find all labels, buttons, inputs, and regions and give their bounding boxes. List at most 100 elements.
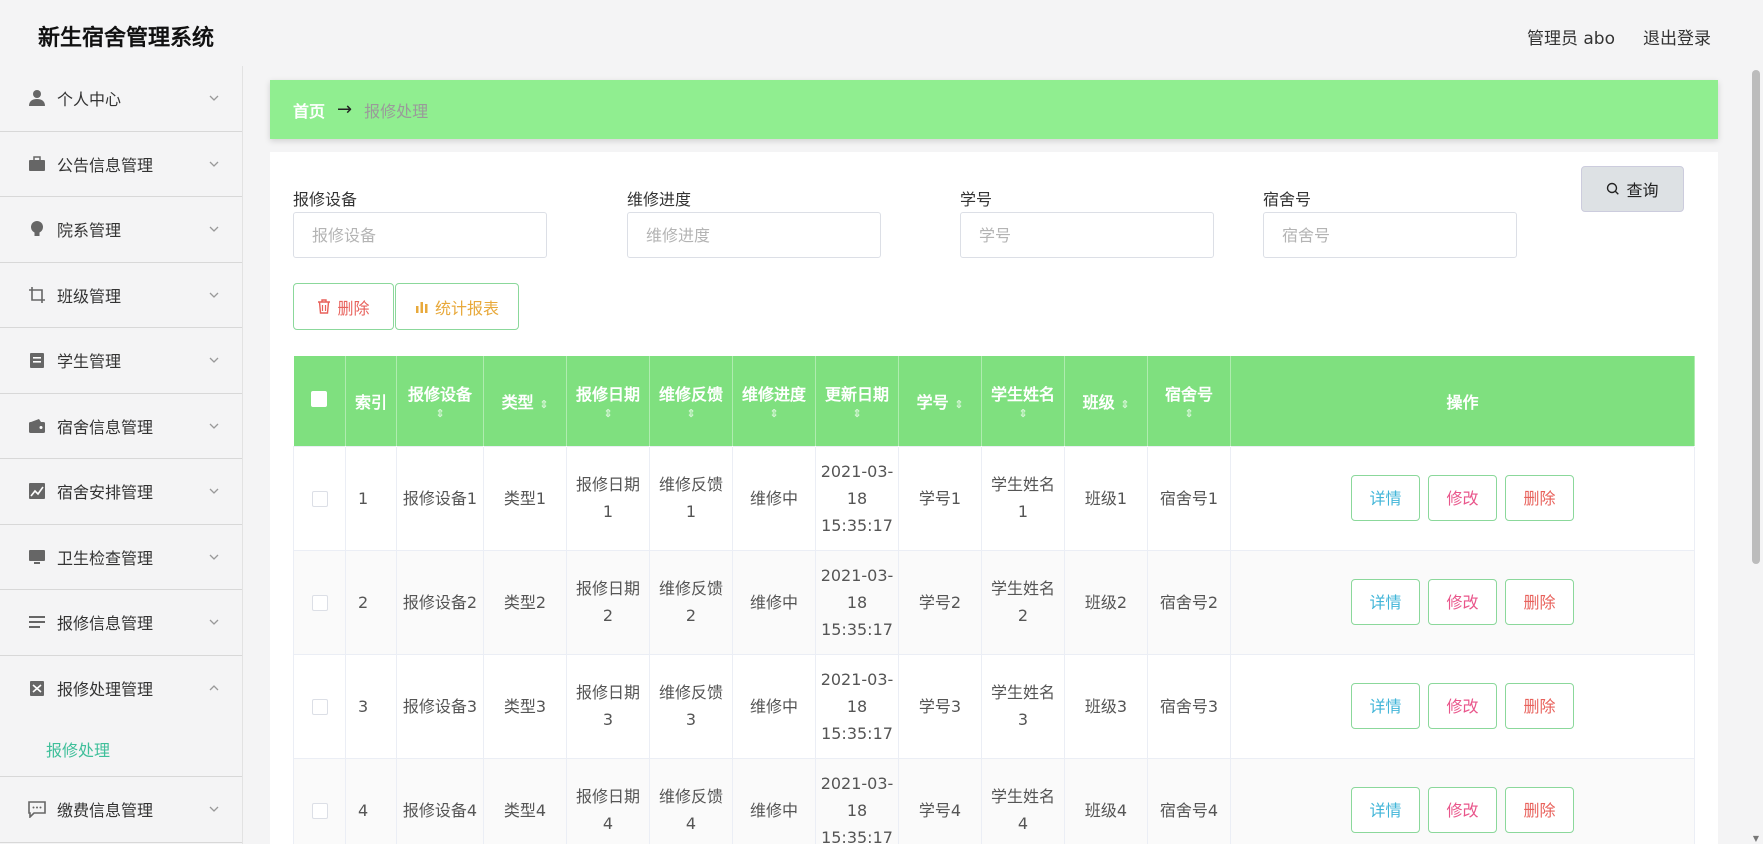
table-row: 4 报修设备4 类型4 报修日期4 维修反馈4 维修中 2021-03-18 1… xyxy=(293,757,1695,844)
edit-button[interactable]: 修改 xyxy=(1428,475,1497,521)
sort-icon: ⇕ xyxy=(1184,407,1194,421)
cell-dorm: 宿舍号1 xyxy=(1147,445,1231,551)
sidebar-item-payment-info-management[interactable]: 缴费信息管理 xyxy=(0,777,242,843)
cell-update-date: 2021-03-18 15:35:17 xyxy=(815,549,899,655)
cell-student-id: 学号1 xyxy=(898,445,982,551)
search-button[interactable]: 查询 xyxy=(1581,166,1684,212)
delete-button[interactable]: 删除 xyxy=(1505,683,1574,729)
dorm-filter-input[interactable] xyxy=(1263,212,1517,258)
row-checkbox[interactable] xyxy=(311,699,328,715)
cell-student-id: 学号3 xyxy=(898,653,982,759)
scrollbar-thumb[interactable] xyxy=(1752,70,1760,564)
edit-button[interactable]: 修改 xyxy=(1428,787,1497,833)
cell-feedback: 维修反馈2 xyxy=(649,549,733,655)
sidebar-subitem-repair-handling[interactable]: 报修处理 xyxy=(46,737,110,761)
equipment-filter-input[interactable] xyxy=(293,212,547,258)
column-header-equipment[interactable]: 报修设备 ⇕ xyxy=(396,356,484,446)
sort-icon: ⇕ xyxy=(954,397,964,411)
column-header-feedback[interactable]: 维修反馈 ⇕ xyxy=(649,356,733,446)
sidebar-item-class-management[interactable]: 班级管理 xyxy=(0,263,242,328)
sidebar-item-label: 院系管理 xyxy=(57,221,122,241)
column-header-class[interactable]: 班级 ⇕ xyxy=(1064,356,1148,446)
delete-button[interactable]: 删除 xyxy=(1505,475,1574,521)
row-select-cell xyxy=(293,445,346,551)
table-row: 2 报修设备2 类型2 报修日期2 维修反馈2 维修中 2021-03-18 1… xyxy=(293,549,1695,655)
chevron-down-icon xyxy=(209,95,219,102)
message-icon xyxy=(27,799,47,819)
sidebar-item-personal-center[interactable]: 个人中心 xyxy=(0,66,242,132)
progress-filter-input[interactable] xyxy=(627,212,881,258)
logout-link[interactable]: 退出登录 xyxy=(1643,24,1711,49)
chevron-down-icon xyxy=(209,292,219,298)
column-header-progress[interactable]: 维修进度 ⇕ xyxy=(732,356,816,446)
cell-progress: 维修中 xyxy=(732,757,816,844)
cell-student-name: 学生姓名1 xyxy=(981,445,1065,551)
sort-icon: ⇕ xyxy=(852,407,862,421)
sidebar-item-label: 公告信息管理 xyxy=(57,155,154,175)
sidebar-item-dorm-info-management[interactable]: 宿舍信息管理 xyxy=(0,394,242,459)
cell-equipment: 报修设备1 xyxy=(396,445,484,551)
sidebar-item-dorm-arrangement-management[interactable]: 宿舍安排管理 xyxy=(0,459,242,525)
repair-table: 索引 报修设备 ⇕ 类型 ⇕ 报修日期 ⇕ 维修反馈 ⇕ 维修进度 ⇕ 更新日期 ⇕ 学号… xyxy=(293,356,1695,844)
breadcrumb: 首页 → 报修处理 xyxy=(270,80,1718,139)
student-id-filter-label: 学号 xyxy=(960,190,993,209)
search-icon xyxy=(1607,182,1620,195)
sort-icon: ⇕ xyxy=(603,407,613,421)
cell-report-date: 报修日期3 xyxy=(566,653,650,759)
column-header-student-name[interactable]: 学生姓名 ⇕ xyxy=(981,356,1065,446)
sidebar-item-repair-handling-management[interactable]: 报修处理管理 xyxy=(0,656,242,722)
cell-progress: 维修中 xyxy=(732,653,816,759)
sidebar-item-repair-info-management[interactable]: 报修信息管理 xyxy=(0,590,242,656)
sort-icon: ⇕ xyxy=(1018,407,1028,421)
detail-button[interactable]: 详情 xyxy=(1351,579,1420,625)
column-header-type[interactable]: 类型 ⇕ xyxy=(483,356,567,446)
bulk-delete-button[interactable]: 删除 xyxy=(293,283,394,330)
main-content: 首页 → 报修处理 报修设备 维修进度 学号 宿舍号 查询 删除 统计报表 xyxy=(270,80,1718,844)
student-id-filter-input[interactable] xyxy=(960,212,1214,258)
sidebar-item-hygiene-check-management[interactable]: 卫生检查管理 xyxy=(0,525,242,590)
table-header: 索引 报修设备 ⇕ 类型 ⇕ 报修日期 ⇕ 维修反馈 ⇕ 维修进度 ⇕ 更新日期 ⇕ 学号… xyxy=(293,356,1695,446)
list-icon xyxy=(27,612,47,632)
table-row: 3 报修设备3 类型3 报修日期3 维修反馈3 维修中 2021-03-18 1… xyxy=(293,653,1695,759)
chevron-down-icon xyxy=(209,226,219,233)
edit-button[interactable]: 修改 xyxy=(1428,579,1497,625)
chevron-down-icon xyxy=(209,423,219,429)
current-user-label: 管理员 abo xyxy=(1526,29,1615,49)
column-header-label: 班级 xyxy=(1082,392,1115,412)
sidebar-item-notice-management[interactable]: 公告信息管理 xyxy=(0,132,242,197)
scroll-down-icon[interactable]: ▼ xyxy=(1751,834,1761,844)
delete-button[interactable]: 删除 xyxy=(1505,579,1574,625)
delete-button[interactable]: 删除 xyxy=(1505,787,1574,833)
cell-index: 2 xyxy=(345,549,397,655)
sidebar-item-label: 报修处理管理 xyxy=(57,680,154,700)
chevron-down-icon xyxy=(209,806,219,813)
sidebar-item-department-management[interactable]: 院系管理 xyxy=(0,197,242,263)
cell-class: 班级1 xyxy=(1064,445,1148,551)
column-header-student-id[interactable]: 学号 ⇕ xyxy=(898,356,982,446)
column-header-dorm[interactable]: 宿舍号 ⇕ xyxy=(1147,356,1231,446)
detail-button[interactable]: 详情 xyxy=(1351,787,1420,833)
breadcrumb-current: 报修处理 xyxy=(364,101,429,121)
detail-button[interactable]: 详情 xyxy=(1351,683,1420,729)
sort-icon: ⇕ xyxy=(769,407,779,421)
select-all-checkbox[interactable] xyxy=(311,390,328,407)
page-scrollbar[interactable]: ▼ xyxy=(1751,66,1761,844)
cell-update-date: 2021-03-18 15:35:17 xyxy=(815,757,899,844)
cell-equipment: 报修设备3 xyxy=(396,653,484,759)
sidebar-item-student-management[interactable]: 学生管理 xyxy=(0,328,242,394)
column-header-index: 索引 xyxy=(345,356,397,446)
column-header-report-date[interactable]: 报修日期 ⇕ xyxy=(566,356,650,446)
clipboard-icon xyxy=(27,350,47,370)
cell-student-name: 学生姓名4 xyxy=(981,757,1065,844)
row-checkbox[interactable] xyxy=(311,595,328,611)
row-select-cell xyxy=(293,549,346,655)
cell-equipment: 报修设备4 xyxy=(396,757,484,844)
statistics-report-button[interactable]: 统计报表 xyxy=(395,283,519,330)
edit-button[interactable]: 修改 xyxy=(1428,683,1497,729)
row-checkbox[interactable] xyxy=(311,491,328,507)
column-header-update-date[interactable]: 更新日期 ⇕ xyxy=(815,356,899,446)
breadcrumb-home[interactable]: 首页 xyxy=(293,98,325,122)
cell-class: 班级2 xyxy=(1064,549,1148,655)
detail-button[interactable]: 详情 xyxy=(1351,475,1420,521)
row-checkbox[interactable] xyxy=(311,803,328,819)
